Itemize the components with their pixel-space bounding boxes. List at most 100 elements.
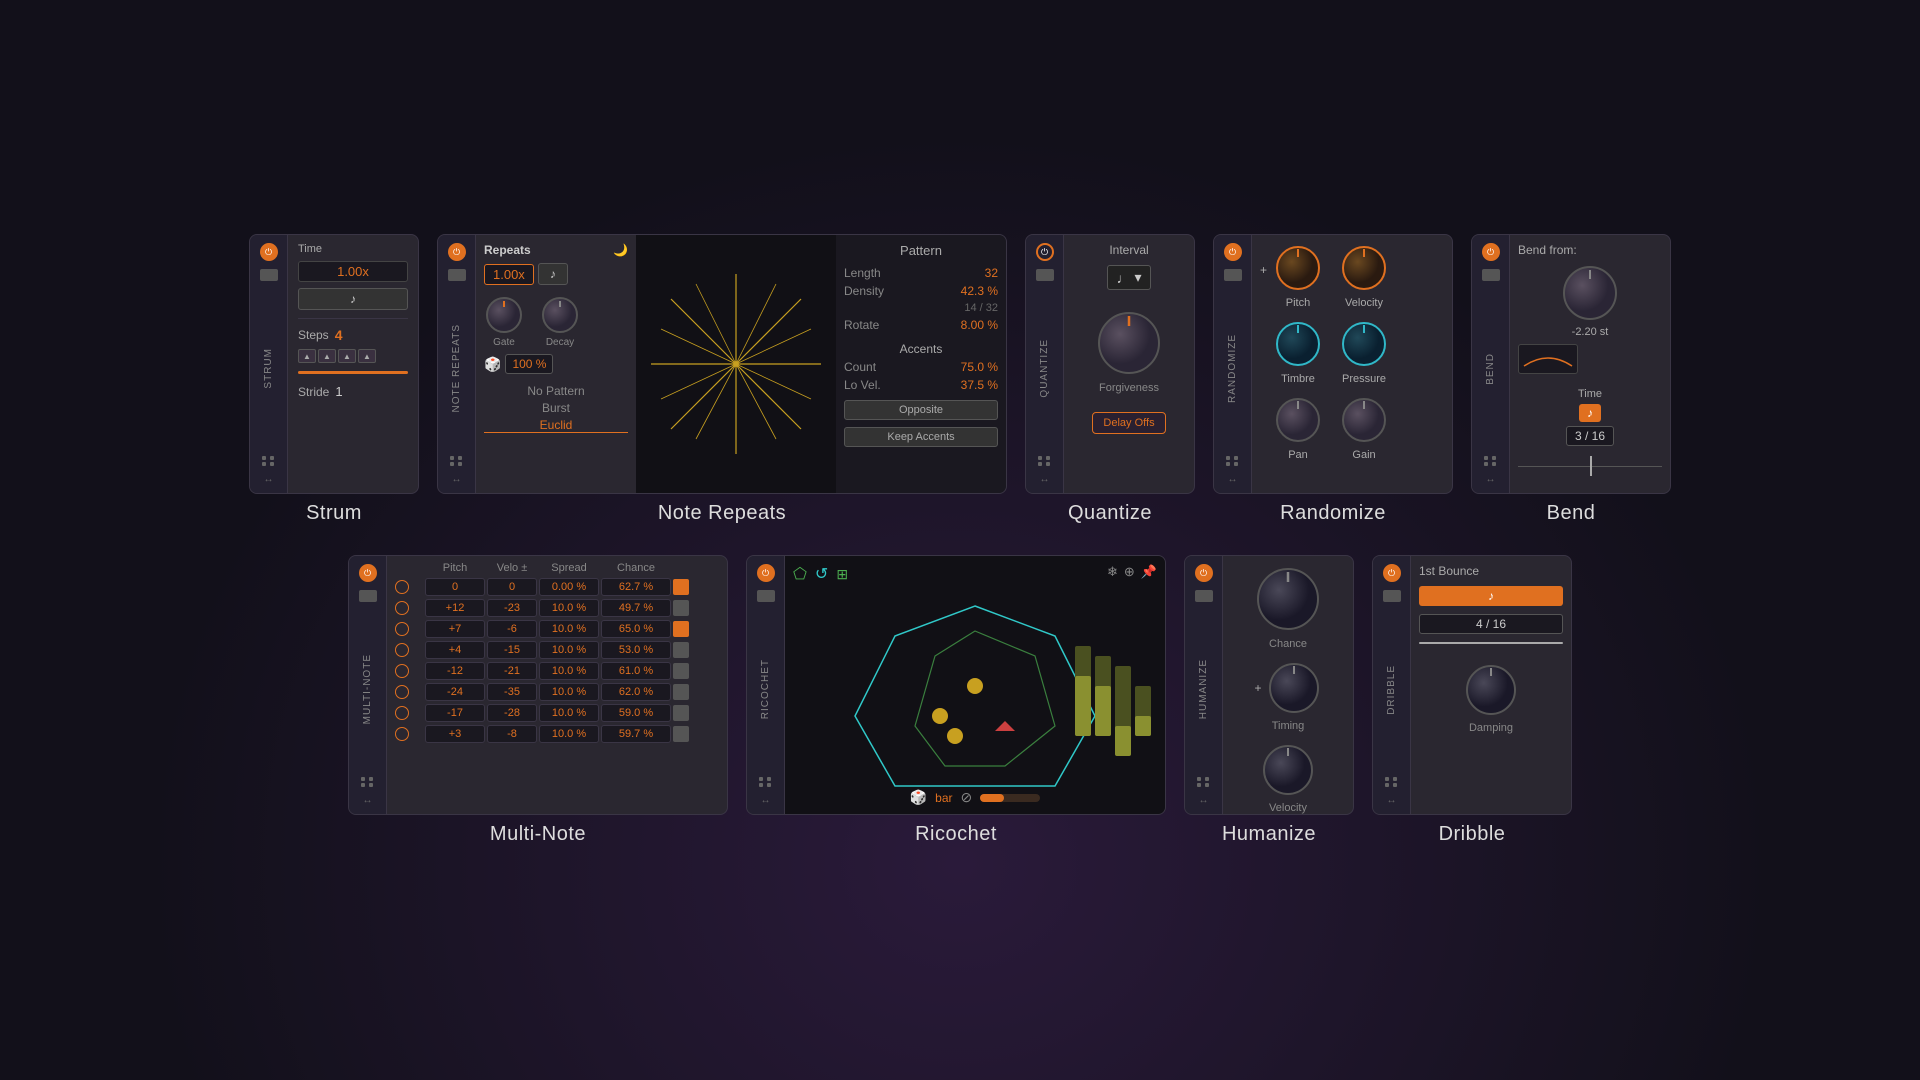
humanize-power-button[interactable]: ⏻ xyxy=(1195,564,1213,582)
mn-row2-chance[interactable]: 65.0 % xyxy=(601,620,671,638)
mn-row1-chance[interactable]: 49.7 % xyxy=(601,599,671,617)
humanize-arrow-icon[interactable]: ↔ xyxy=(1199,795,1209,806)
mn-row5-chance[interactable]: 62.0 % xyxy=(601,683,671,701)
mn-row0-velo[interactable]: 0 xyxy=(487,578,537,596)
nr-note-button[interactable]: ♪ xyxy=(538,263,568,285)
mn-row3-chance[interactable]: 53.0 % xyxy=(601,641,671,659)
randomize-velocity-knob[interactable] xyxy=(1339,243,1389,293)
mn-row1-power[interactable] xyxy=(395,601,409,615)
nr-burst[interactable]: Burst xyxy=(484,401,628,415)
nr-density-value[interactable]: 42.3 % xyxy=(961,284,998,298)
humanize-timing-knob[interactable] xyxy=(1266,660,1322,716)
mn-row6-power[interactable] xyxy=(395,706,409,720)
mn-row6-pitch[interactable]: -17 xyxy=(425,704,485,722)
nr-pct-value[interactable]: 100 % xyxy=(505,354,553,374)
nr-decay-knob[interactable] xyxy=(540,295,580,335)
quantize-interval-select[interactable]: ♩ ▾ xyxy=(1107,265,1150,290)
strum-arrow-up3[interactable]: ▲ xyxy=(338,349,356,363)
randomize-pan-knob[interactable] xyxy=(1273,395,1323,445)
mn-row4-spread[interactable]: 10.0 % xyxy=(539,662,599,680)
mn-row0-chance[interactable]: 62.7 % xyxy=(601,578,671,596)
humanize-file-icon[interactable] xyxy=(1195,590,1213,602)
mn-row1-velo[interactable]: -23 xyxy=(487,599,537,617)
bend-arrow-icon[interactable]: ↔ xyxy=(1486,474,1496,485)
mn-row5-velo[interactable]: -35 xyxy=(487,683,537,701)
nr-euclid[interactable]: Euclid xyxy=(484,418,628,433)
dribble-time-value[interactable]: 4 / 16 xyxy=(1419,614,1563,634)
mn-row0-spread[interactable]: 0.00 % xyxy=(539,578,599,596)
mn-row2-power[interactable] xyxy=(395,622,409,636)
multinote-power-button[interactable]: ⏻ xyxy=(359,564,377,582)
mn-row6-swatch[interactable] xyxy=(673,705,689,721)
nr-file-icon[interactable] xyxy=(448,269,466,281)
bend-note-button[interactable]: ♪ xyxy=(1579,404,1601,422)
mn-row0-power[interactable] xyxy=(395,580,409,594)
strum-dots-icon[interactable] xyxy=(262,456,276,466)
bend-file-icon[interactable] xyxy=(1482,269,1500,281)
multinote-arrow-icon[interactable]: ↔ xyxy=(363,795,373,806)
quantize-power-button[interactable]: ⏻ xyxy=(1036,243,1054,261)
ricochet-bar-value[interactable]: bar xyxy=(935,791,952,805)
randomize-timbre-knob[interactable] xyxy=(1273,319,1323,369)
humanize-velocity-knob[interactable] xyxy=(1260,742,1316,798)
mn-row3-swatch[interactable] xyxy=(673,642,689,658)
ricochet-power-button[interactable]: ⏻ xyxy=(757,564,775,582)
randomize-file-icon[interactable] xyxy=(1224,269,1242,281)
nr-dice-icon[interactable]: 🎲 xyxy=(484,356,501,373)
randomize-power-button[interactable]: ⏻ xyxy=(1224,243,1242,261)
mn-row5-power[interactable] xyxy=(395,685,409,699)
dribble-arrow-icon[interactable]: ↔ xyxy=(1387,795,1397,806)
mn-row7-velo[interactable]: -8 xyxy=(487,725,537,743)
mn-row2-pitch[interactable]: +7 xyxy=(425,620,485,638)
bend-time-value[interactable]: 3 / 16 xyxy=(1566,426,1614,446)
ricochet-file-icon[interactable] xyxy=(757,590,775,602)
quantize-forgiveness-knob[interactable] xyxy=(1094,308,1164,378)
mn-row4-chance[interactable]: 61.0 % xyxy=(601,662,671,680)
nr-gate-knob[interactable] xyxy=(484,295,524,335)
mn-row7-power[interactable] xyxy=(395,727,409,741)
mn-row7-chance[interactable]: 59.7 % xyxy=(601,725,671,743)
mn-row1-pitch[interactable]: +12 xyxy=(425,599,485,617)
strum-power-button[interactable]: ⏻ xyxy=(260,243,278,261)
mn-row7-swatch[interactable] xyxy=(673,726,689,742)
dribble-note-button[interactable]: ♪ xyxy=(1419,586,1563,606)
multinote-file-icon[interactable] xyxy=(359,590,377,602)
mn-row7-pitch[interactable]: +3 xyxy=(425,725,485,743)
ricochet-dice-icon[interactable]: 🎲 xyxy=(910,789,927,806)
bend-knob[interactable] xyxy=(1560,263,1620,323)
dribble-file-icon[interactable] xyxy=(1383,590,1401,602)
mn-row2-velo[interactable]: -6 xyxy=(487,620,537,638)
nr-power-button[interactable]: ⏻ xyxy=(448,243,466,261)
nr-keep-accents-button[interactable]: Keep Accents xyxy=(844,427,998,447)
nr-opposite-button[interactable]: Opposite xyxy=(844,400,998,420)
quantize-arrow-icon[interactable]: ↔ xyxy=(1040,474,1050,485)
mn-row1-spread[interactable]: 10.0 % xyxy=(539,599,599,617)
randomize-dots-icon[interactable] xyxy=(1226,456,1240,466)
mn-row6-velo[interactable]: -28 xyxy=(487,704,537,722)
mn-row4-velo[interactable]: -21 xyxy=(487,662,537,680)
quantize-dots-icon[interactable] xyxy=(1038,456,1052,466)
nr-rate-value[interactable]: 1.00x xyxy=(484,264,534,285)
nr-lo-vel-value[interactable]: 37.5 % xyxy=(961,378,998,392)
mn-row1-swatch[interactable] xyxy=(673,600,689,616)
randomize-pressure-knob[interactable] xyxy=(1339,319,1389,369)
mn-row4-swatch[interactable] xyxy=(673,663,689,679)
nr-no-pattern[interactable]: No Pattern xyxy=(484,384,628,398)
mn-row2-swatch[interactable] xyxy=(673,621,689,637)
strum-arrow-icon[interactable]: ↔ xyxy=(264,474,274,485)
humanize-chance-knob[interactable] xyxy=(1253,564,1323,634)
strum-note-button[interactable]: ♪ xyxy=(298,288,408,310)
mn-row0-swatch[interactable] xyxy=(673,579,689,595)
dribble-power-button[interactable]: ⏻ xyxy=(1383,564,1401,582)
mn-row6-chance[interactable]: 59.0 % xyxy=(601,704,671,722)
randomize-pitch-knob[interactable] xyxy=(1273,243,1323,293)
mn-row3-power[interactable] xyxy=(395,643,409,657)
mn-row4-pitch[interactable]: -12 xyxy=(425,662,485,680)
quantize-file-icon[interactable] xyxy=(1036,269,1054,281)
strum-arrow-up1[interactable]: ▲ xyxy=(298,349,316,363)
nr-length-value[interactable]: 32 xyxy=(985,266,998,280)
nr-count-value[interactable]: 75.0 % xyxy=(961,360,998,374)
mn-row3-velo[interactable]: -15 xyxy=(487,641,537,659)
bend-power-button[interactable]: ⏻ xyxy=(1482,243,1500,261)
nr-rotate-value[interactable]: 8.00 % xyxy=(961,318,998,332)
